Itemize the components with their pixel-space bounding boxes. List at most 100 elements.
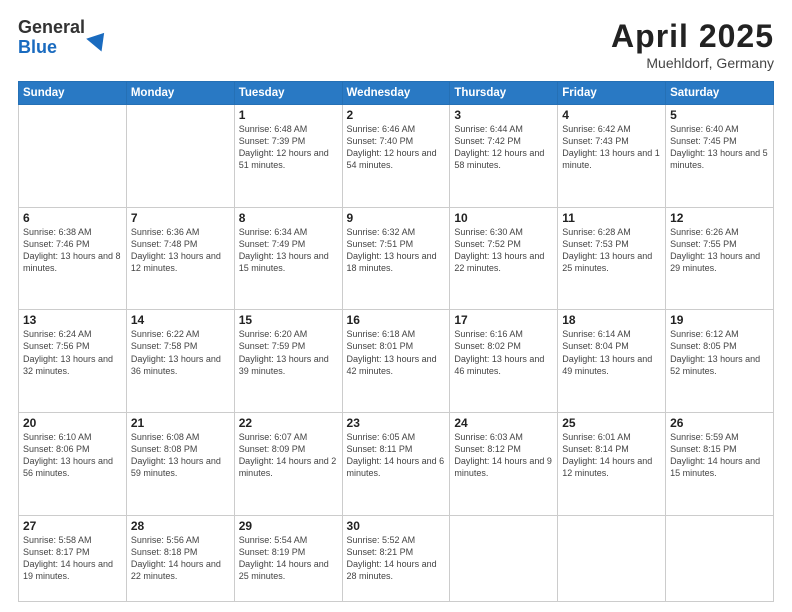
header-wednesday: Wednesday: [342, 82, 450, 105]
calendar-cell: 10Sunrise: 6:30 AM Sunset: 7:52 PM Dayli…: [450, 207, 558, 310]
logo-icon: General Blue: [18, 18, 109, 58]
day-info: Sunrise: 6:12 AM Sunset: 8:05 PM Dayligh…: [670, 328, 769, 377]
day-info: Sunrise: 5:56 AM Sunset: 8:18 PM Dayligh…: [131, 534, 230, 583]
day-info: Sunrise: 6:14 AM Sunset: 8:04 PM Dayligh…: [562, 328, 661, 377]
week-row-0: 1Sunrise: 6:48 AM Sunset: 7:39 PM Daylig…: [19, 105, 774, 208]
day-info: Sunrise: 6:46 AM Sunset: 7:40 PM Dayligh…: [347, 123, 446, 172]
day-info: Sunrise: 6:18 AM Sunset: 8:01 PM Dayligh…: [347, 328, 446, 377]
day-number: 14: [131, 313, 230, 327]
page: General Blue April 2025 Muehldorf, Germa…: [0, 0, 792, 612]
week-row-1: 6Sunrise: 6:38 AM Sunset: 7:46 PM Daylig…: [19, 207, 774, 310]
day-info: Sunrise: 6:32 AM Sunset: 7:51 PM Dayligh…: [347, 226, 446, 275]
day-number: 22: [239, 416, 338, 430]
day-info: Sunrise: 6:01 AM Sunset: 8:14 PM Dayligh…: [562, 431, 661, 480]
calendar-cell: 3Sunrise: 6:44 AM Sunset: 7:42 PM Daylig…: [450, 105, 558, 208]
day-info: Sunrise: 6:48 AM Sunset: 7:39 PM Dayligh…: [239, 123, 338, 172]
day-info: Sunrise: 6:03 AM Sunset: 8:12 PM Dayligh…: [454, 431, 553, 480]
calendar-cell: 30Sunrise: 5:52 AM Sunset: 8:21 PM Dayli…: [342, 515, 450, 601]
calendar-cell: 27Sunrise: 5:58 AM Sunset: 8:17 PM Dayli…: [19, 515, 127, 601]
day-info: Sunrise: 6:26 AM Sunset: 7:55 PM Dayligh…: [670, 226, 769, 275]
header-sunday: Sunday: [19, 82, 127, 105]
day-info: Sunrise: 5:59 AM Sunset: 8:15 PM Dayligh…: [670, 431, 769, 480]
logo-triangle-icon: [86, 26, 112, 51]
calendar-title: April 2025: [611, 18, 774, 55]
day-number: 9: [347, 211, 446, 225]
calendar-cell: 9Sunrise: 6:32 AM Sunset: 7:51 PM Daylig…: [342, 207, 450, 310]
week-row-2: 13Sunrise: 6:24 AM Sunset: 7:56 PM Dayli…: [19, 310, 774, 413]
calendar-cell: 22Sunrise: 6:07 AM Sunset: 8:09 PM Dayli…: [234, 412, 342, 515]
day-number: 12: [670, 211, 769, 225]
day-info: Sunrise: 6:22 AM Sunset: 7:58 PM Dayligh…: [131, 328, 230, 377]
day-info: Sunrise: 6:10 AM Sunset: 8:06 PM Dayligh…: [23, 431, 122, 480]
header-monday: Monday: [126, 82, 234, 105]
calendar-cell: [666, 515, 774, 601]
day-number: 1: [239, 108, 338, 122]
day-info: Sunrise: 6:36 AM Sunset: 7:48 PM Dayligh…: [131, 226, 230, 275]
calendar-cell: 19Sunrise: 6:12 AM Sunset: 8:05 PM Dayli…: [666, 310, 774, 413]
calendar-cell: 28Sunrise: 5:56 AM Sunset: 8:18 PM Dayli…: [126, 515, 234, 601]
day-info: Sunrise: 6:16 AM Sunset: 8:02 PM Dayligh…: [454, 328, 553, 377]
calendar-cell: 4Sunrise: 6:42 AM Sunset: 7:43 PM Daylig…: [558, 105, 666, 208]
day-number: 29: [239, 519, 338, 533]
calendar-cell: 25Sunrise: 6:01 AM Sunset: 8:14 PM Dayli…: [558, 412, 666, 515]
calendar-cell: 17Sunrise: 6:16 AM Sunset: 8:02 PM Dayli…: [450, 310, 558, 413]
header-thursday: Thursday: [450, 82, 558, 105]
calendar-cell: [450, 515, 558, 601]
day-number: 13: [23, 313, 122, 327]
day-info: Sunrise: 6:30 AM Sunset: 7:52 PM Dayligh…: [454, 226, 553, 275]
day-number: 17: [454, 313, 553, 327]
day-info: Sunrise: 5:58 AM Sunset: 8:17 PM Dayligh…: [23, 534, 122, 583]
day-number: 21: [131, 416, 230, 430]
day-number: 16: [347, 313, 446, 327]
weekday-header-row: Sunday Monday Tuesday Wednesday Thursday…: [19, 82, 774, 105]
header-friday: Friday: [558, 82, 666, 105]
calendar-cell: 1Sunrise: 6:48 AM Sunset: 7:39 PM Daylig…: [234, 105, 342, 208]
calendar-cell: 8Sunrise: 6:34 AM Sunset: 7:49 PM Daylig…: [234, 207, 342, 310]
header-tuesday: Tuesday: [234, 82, 342, 105]
title-block: April 2025 Muehldorf, Germany: [611, 18, 774, 71]
logo-general: General: [18, 18, 85, 38]
day-number: 26: [670, 416, 769, 430]
logo: General Blue: [18, 18, 109, 58]
logo-text: General Blue: [18, 18, 85, 58]
day-info: Sunrise: 5:54 AM Sunset: 8:19 PM Dayligh…: [239, 534, 338, 583]
calendar-cell: 2Sunrise: 6:46 AM Sunset: 7:40 PM Daylig…: [342, 105, 450, 208]
day-info: Sunrise: 6:24 AM Sunset: 7:56 PM Dayligh…: [23, 328, 122, 377]
calendar-cell: [126, 105, 234, 208]
calendar-cell: 7Sunrise: 6:36 AM Sunset: 7:48 PM Daylig…: [126, 207, 234, 310]
calendar-cell: 29Sunrise: 5:54 AM Sunset: 8:19 PM Dayli…: [234, 515, 342, 601]
calendar-cell: 23Sunrise: 6:05 AM Sunset: 8:11 PM Dayli…: [342, 412, 450, 515]
day-info: Sunrise: 6:40 AM Sunset: 7:45 PM Dayligh…: [670, 123, 769, 172]
calendar-cell: 6Sunrise: 6:38 AM Sunset: 7:46 PM Daylig…: [19, 207, 127, 310]
calendar-cell: 13Sunrise: 6:24 AM Sunset: 7:56 PM Dayli…: [19, 310, 127, 413]
header: General Blue April 2025 Muehldorf, Germa…: [18, 18, 774, 71]
calendar-cell: 5Sunrise: 6:40 AM Sunset: 7:45 PM Daylig…: [666, 105, 774, 208]
day-info: Sunrise: 6:38 AM Sunset: 7:46 PM Dayligh…: [23, 226, 122, 275]
day-number: 6: [23, 211, 122, 225]
calendar-table: Sunday Monday Tuesday Wednesday Thursday…: [18, 81, 774, 602]
day-info: Sunrise: 6:34 AM Sunset: 7:49 PM Dayligh…: [239, 226, 338, 275]
calendar-cell: 14Sunrise: 6:22 AM Sunset: 7:58 PM Dayli…: [126, 310, 234, 413]
day-number: 4: [562, 108, 661, 122]
day-number: 7: [131, 211, 230, 225]
calendar-cell: [558, 515, 666, 601]
day-number: 19: [670, 313, 769, 327]
calendar-cell: 21Sunrise: 6:08 AM Sunset: 8:08 PM Dayli…: [126, 412, 234, 515]
day-number: 23: [347, 416, 446, 430]
day-number: 20: [23, 416, 122, 430]
day-number: 25: [562, 416, 661, 430]
calendar-cell: [19, 105, 127, 208]
calendar-location: Muehldorf, Germany: [611, 55, 774, 71]
day-number: 30: [347, 519, 446, 533]
day-number: 10: [454, 211, 553, 225]
header-saturday: Saturday: [666, 82, 774, 105]
day-number: 8: [239, 211, 338, 225]
day-info: Sunrise: 6:44 AM Sunset: 7:42 PM Dayligh…: [454, 123, 553, 172]
calendar-cell: 26Sunrise: 5:59 AM Sunset: 8:15 PM Dayli…: [666, 412, 774, 515]
day-info: Sunrise: 6:28 AM Sunset: 7:53 PM Dayligh…: [562, 226, 661, 275]
day-number: 11: [562, 211, 661, 225]
calendar-cell: 20Sunrise: 6:10 AM Sunset: 8:06 PM Dayli…: [19, 412, 127, 515]
calendar-cell: 15Sunrise: 6:20 AM Sunset: 7:59 PM Dayli…: [234, 310, 342, 413]
week-row-4: 27Sunrise: 5:58 AM Sunset: 8:17 PM Dayli…: [19, 515, 774, 601]
calendar-cell: 12Sunrise: 6:26 AM Sunset: 7:55 PM Dayli…: [666, 207, 774, 310]
